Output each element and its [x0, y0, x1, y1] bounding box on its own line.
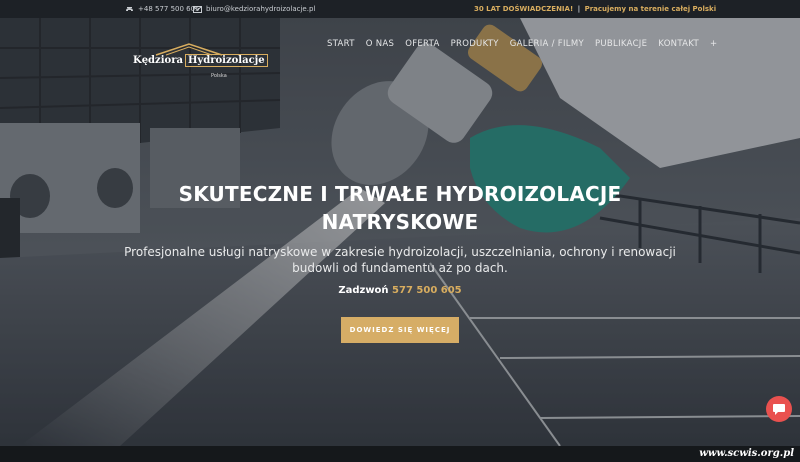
tagline-coverage: Pracujemy na terenie całej Polski — [584, 5, 717, 13]
hero-headline-line1: SKUTECZNE I TRWAŁE HYDROIZOLACJE — [178, 182, 622, 206]
hero-lead-text: Profesjonalne usługi natryskowe w zakres… — [124, 245, 676, 275]
hero-headline: SKUTECZNE I TRWAŁE HYDROIZOLACJE NATRYSK… — [150, 180, 650, 236]
phone-icon — [126, 6, 133, 11]
nav-item-oferta[interactable]: OFERTA — [405, 39, 439, 49]
nav-item-o-nas[interactable]: O NAS — [366, 39, 394, 49]
topbar-email-text: biuro@kedziorahydroizolacje.pl — [206, 5, 316, 13]
logo-word1: Kędziora — [133, 55, 183, 66]
nav-item-start[interactable]: START — [327, 39, 355, 49]
call-number-link[interactable]: 577 500 605 — [392, 285, 462, 296]
chat-bubble-icon — [773, 403, 785, 415]
nav-item-galeria[interactable]: GALERIA / FILMY — [510, 39, 584, 49]
mail-icon — [193, 5, 202, 13]
top-bar: +48 577 500 605 biuro@kedziorahydroizola… — [0, 0, 800, 18]
nav-item-produkty[interactable]: PRODUKTY — [451, 39, 499, 49]
logo-word2: Hydroizolacje — [184, 54, 268, 67]
topbar-phone[interactable]: +48 577 500 605 — [125, 5, 200, 13]
nav-item-more[interactable]: + — [710, 39, 717, 49]
call-label: Zadzwoń — [338, 285, 389, 296]
tagline-separator: | — [577, 5, 581, 13]
logo-subtitle: Polska — [211, 73, 227, 79]
logo-wordmark: Kędziora Hydroizolacje — [133, 54, 268, 67]
learn-more-button[interactable]: DOWIEDZ SIĘ WIĘCEJ — [341, 317, 459, 343]
topbar-email[interactable]: biuro@kedziorahydroizolacje.pl — [193, 5, 315, 13]
topbar-phone-text: +48 577 500 605 — [138, 5, 200, 13]
hero-headline-line2: NATRYSKOWE — [321, 210, 479, 234]
bottom-bar: www.scwis.org.pl — [0, 446, 800, 462]
hero-section: Kędziora Hydroizolacje Polska START O NAS… — [0, 18, 800, 446]
main-nav: START O NAS OFERTA PRODUKTY GALERIA / FI… — [327, 39, 717, 49]
tagline-experience: 30 LAT DOŚWIADCZENIA! — [474, 5, 574, 13]
topbar-tagline: 30 LAT DOŚWIADCZENIA! | Pracujemy na ter… — [474, 5, 716, 13]
nav-item-kontakt[interactable]: KONTAKT — [658, 39, 699, 49]
hero-call-line: Zadzwoń 577 500 605 — [250, 285, 550, 296]
chat-button[interactable] — [766, 396, 792, 422]
nav-item-publikacje[interactable]: PUBLIKACJE — [595, 39, 647, 49]
site-logo[interactable]: Kędziora Hydroizolacje Polska — [132, 40, 268, 80]
watermark-text: www.scwis.org.pl — [699, 448, 794, 459]
